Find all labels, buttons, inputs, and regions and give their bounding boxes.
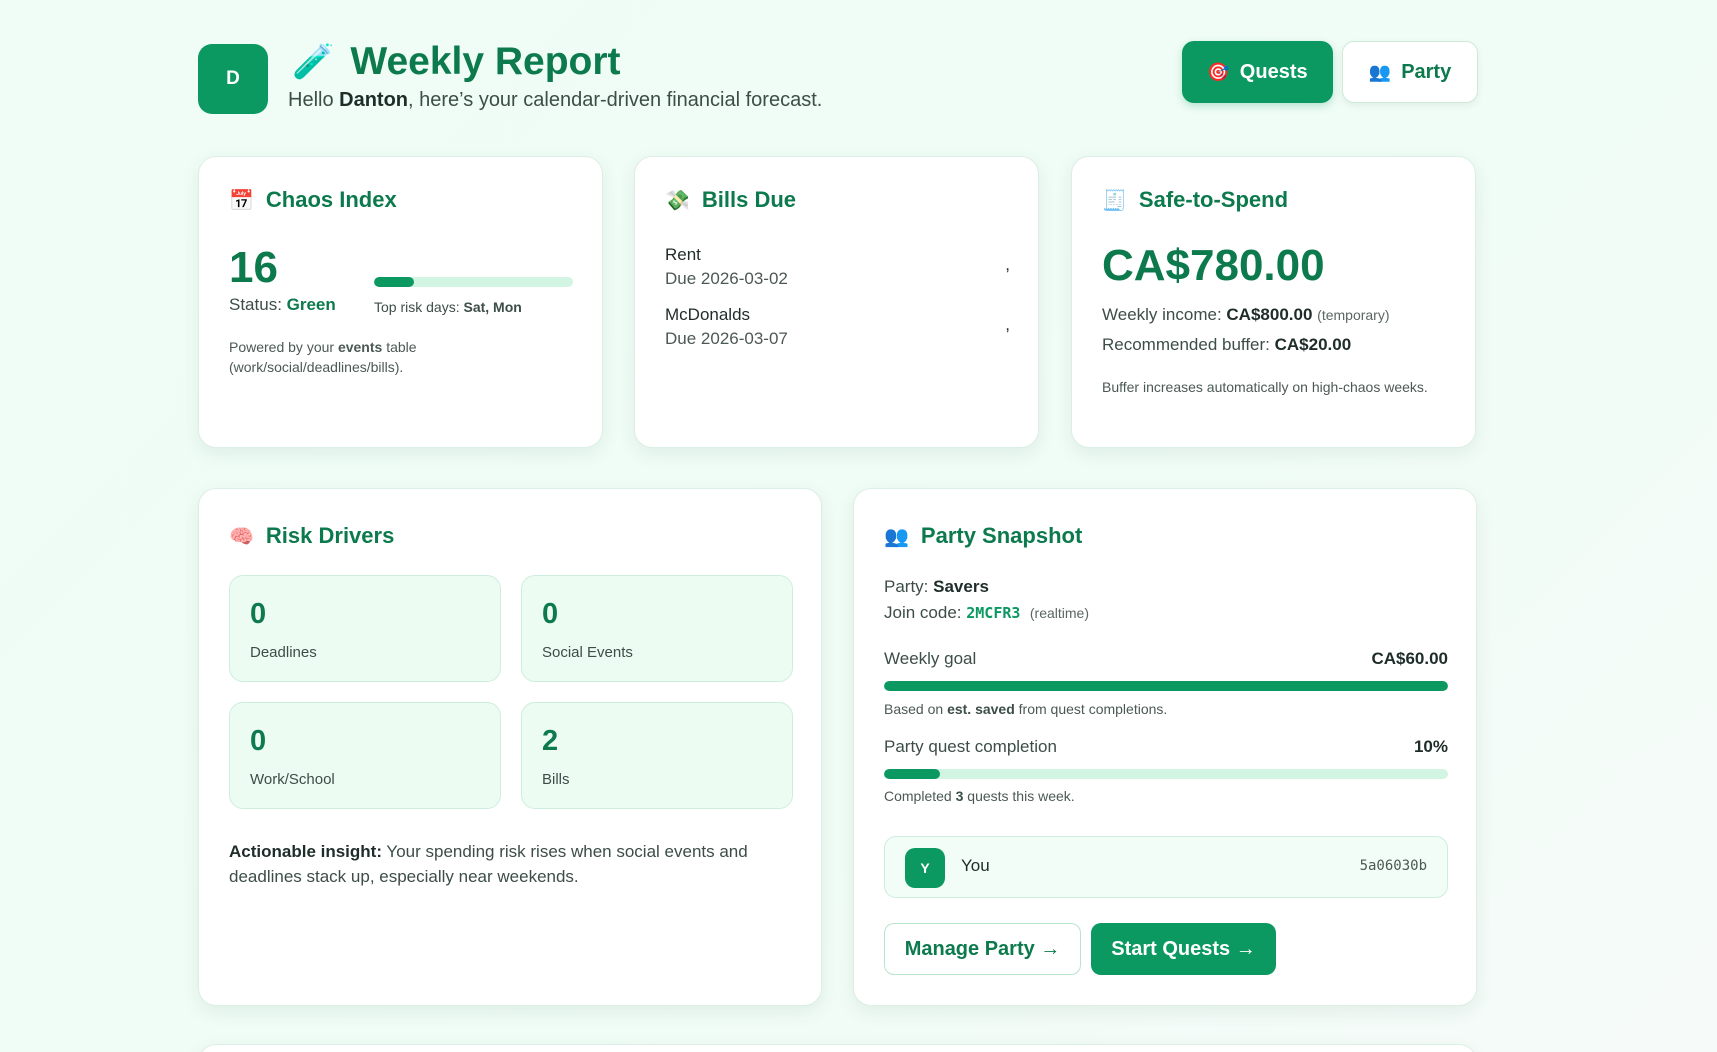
join-code[interactable]: 2MCFR3 <box>966 604 1020 622</box>
party-member-row: Y You 5a06030b <box>884 836 1448 898</box>
top-risk-days: Top risk days: Sat, Mon <box>374 299 522 315</box>
chaos-note: Powered by your events table (work/socia… <box>229 339 417 375</box>
risk-tile-deadlines: 0 Deadlines <box>229 575 501 682</box>
page-subtitle: Hello Danton, here’s your calendar-drive… <box>288 89 823 111</box>
safe-to-spend-value: CA$780.00 <box>1102 241 1325 290</box>
chaos-status: Status: Green <box>229 295 336 314</box>
member-name: You <box>961 856 990 875</box>
weekly-goal-bar <box>884 681 1448 691</box>
party-snapshot-card: 👥 Party Snapshot Party: Savers Join code… <box>853 488 1477 1006</box>
calendar-icon: 📅 <box>229 188 254 212</box>
chaos-index-bar-fill <box>374 277 414 287</box>
user-avatar[interactable]: D <box>198 44 268 114</box>
quests-button[interactable]: 🎯 Quests <box>1182 41 1333 103</box>
bill-item: Rent Due 2026-03-02 , <box>665 245 1010 288</box>
weekly-goal-value: CA$60.00 <box>1371 649 1448 668</box>
quest-completion-row: Party quest completion 10% <box>884 737 1448 756</box>
weekly-goal-note: Based on est. saved from quest completio… <box>884 701 1168 717</box>
chaos-status-value: Green <box>286 295 336 314</box>
risk-tile-social-events: 0 Social Events <box>521 575 793 682</box>
quest-completion-bar <box>884 769 1448 779</box>
quest-completion-value: 10% <box>1413 737 1448 756</box>
risk-drivers-card: 🧠 Risk Drivers 0 Deadlines 0 Social Even… <box>198 488 822 1006</box>
user-name: Danton <box>339 89 409 111</box>
party-name: Party: Savers <box>884 577 989 596</box>
bills-due-title: 💸 Bills Due <box>665 187 797 212</box>
safe-to-spend-title: 🧾 Safe-to-Spend <box>1102 187 1289 212</box>
safe-to-spend-card: 🧾 Safe-to-Spend CA$780.00 Weekly income:… <box>1071 156 1476 448</box>
bill-amount: , <box>1005 315 1010 334</box>
chaos-index-title: 📅 Chaos Index <box>229 187 397 212</box>
page-title: Weekly Report <box>350 40 621 83</box>
recommended-buffer: Recommended buffer: CA$20.00 <box>1102 335 1352 354</box>
bill-item: McDonalds Due 2026-03-07 , <box>665 305 1010 348</box>
people-icon: 👥 <box>1368 61 1392 83</box>
bill-amount: , <box>1005 255 1010 274</box>
actionable-insight: Actionable insight: Your spending risk r… <box>229 842 748 886</box>
weekly-income: Weekly income: CA$800.00 (temporary) <box>1102 305 1390 324</box>
member-id: 5a06030b <box>1359 858 1427 874</box>
risk-drivers-title: 🧠 Risk Drivers <box>229 523 395 548</box>
party-snapshot-title: 👥 Party Snapshot <box>884 523 1083 548</box>
next-section-card <box>198 1044 1477 1052</box>
member-avatar: Y <box>905 848 945 888</box>
start-quests-button[interactable]: Start Quests → <box>1091 923 1276 975</box>
chaos-index-bar <box>374 277 573 287</box>
brain-icon: 🧠 <box>229 524 254 548</box>
weekly-goal-row: Weekly goal CA$60.00 <box>884 649 1448 668</box>
chaos-index-card: 📅 Chaos Index 16 Status: Green Top risk … <box>198 156 603 448</box>
manage-party-button[interactable]: Manage Party → <box>884 923 1081 975</box>
page-title-row: 🧪 Weekly Report <box>292 40 621 84</box>
quest-completion-bar-fill <box>884 769 941 779</box>
party-button[interactable]: 👥 Party <box>1342 41 1478 103</box>
buffer-note: Buffer increases automatically on high-c… <box>1102 379 1428 395</box>
target-icon: 🎯 <box>1207 61 1230 83</box>
weekly-report-page: D 🧪 Weekly Report Hello Danton, here’s y… <box>0 0 1717 1052</box>
money-icon: 💸 <box>665 188 690 212</box>
bills-due-card: 💸 Bills Due Rent Due 2026-03-02 , McDona… <box>634 156 1039 448</box>
test-tube-icon: 🧪 <box>292 42 335 82</box>
weekly-goal-bar-fill <box>884 681 1448 691</box>
join-code-row: Join code: 2MCFR3 (realtime) <box>884 603 1089 622</box>
receipt-icon: 🧾 <box>1102 188 1127 212</box>
risk-tile-work-school: 0 Work/School <box>229 702 501 809</box>
chaos-index-value: 16 <box>229 243 278 292</box>
people-icon: 👥 <box>884 524 909 548</box>
completed-quests-note: Completed 3 quests this week. <box>884 788 1075 804</box>
risk-tile-bills: 2 Bills <box>521 702 793 809</box>
